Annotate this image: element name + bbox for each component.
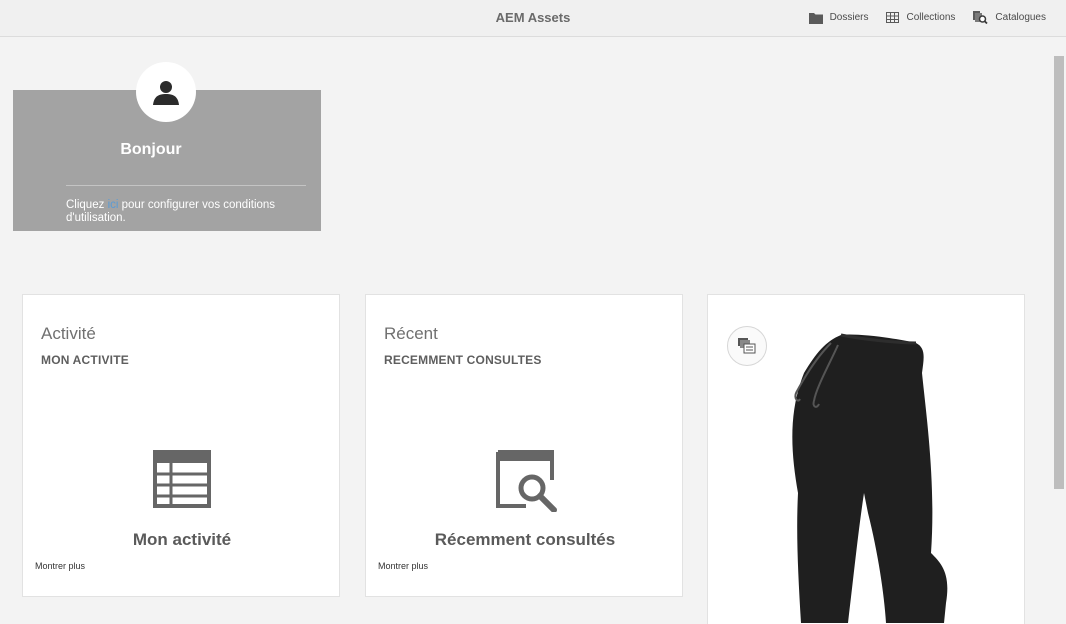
user-icon (153, 81, 179, 105)
terms-prefix: Cliquez (66, 199, 108, 211)
folder-icon (808, 12, 823, 24)
card-title: Récemment consultés (434, 530, 616, 549)
grid-icon (886, 12, 900, 23)
card-subtitle: MON ACTIVITE (41, 353, 129, 367)
card-subtitle: RECEMMENT CONSULTES (384, 353, 542, 367)
scrollbar[interactable] (1050, 38, 1066, 616)
table-icon (153, 450, 211, 508)
scrollbar-thumb[interactable] (1054, 56, 1064, 489)
show-more-link[interactable]: Montrer plus (35, 561, 85, 571)
nav-dossiers[interactable]: Dossiers (808, 11, 869, 24)
top-nav: Dossiers Collections Catalogues (808, 11, 1046, 24)
greeting: Bonjour (120, 141, 182, 158)
activity-card[interactable]: Activité MON ACTIVITE Mon activité Montr… (22, 294, 340, 597)
welcome-panel: Bonjour Cliquez ici pour configurer vos … (13, 62, 321, 231)
card-kicker: Récent (384, 324, 438, 343)
nav-collections-label: Collections (906, 12, 956, 23)
nav-dossiers-label: Dossiers (829, 12, 869, 23)
card-kicker: Activité (41, 324, 96, 343)
show-more-link[interactable]: Montrer plus (378, 561, 428, 571)
asset-card[interactable] (707, 294, 1025, 624)
avatar[interactable] (136, 62, 196, 122)
nav-collections[interactable]: Collections (886, 11, 955, 24)
search-document-icon (496, 450, 557, 512)
terms-link[interactable]: ici (108, 199, 119, 211)
asset-type-badge (727, 326, 767, 366)
terms-text: Cliquez ici pour configurer vos conditio… (66, 199, 306, 225)
nav-catalogues[interactable]: Catalogues (973, 11, 1046, 24)
asset-type-icon (738, 338, 756, 354)
recent-card[interactable]: Récent RECEMMENT CONSULTES Récemment con… (365, 294, 683, 597)
catalog-search-icon (973, 11, 989, 24)
card-title: Mon activité (132, 530, 232, 549)
divider (66, 185, 306, 186)
nav-catalogues-label: Catalogues (995, 12, 1046, 23)
top-bar: AEM Assets Dossiers Collections Catalogu… (0, 0, 1066, 37)
black-pants-image (792, 333, 948, 623)
